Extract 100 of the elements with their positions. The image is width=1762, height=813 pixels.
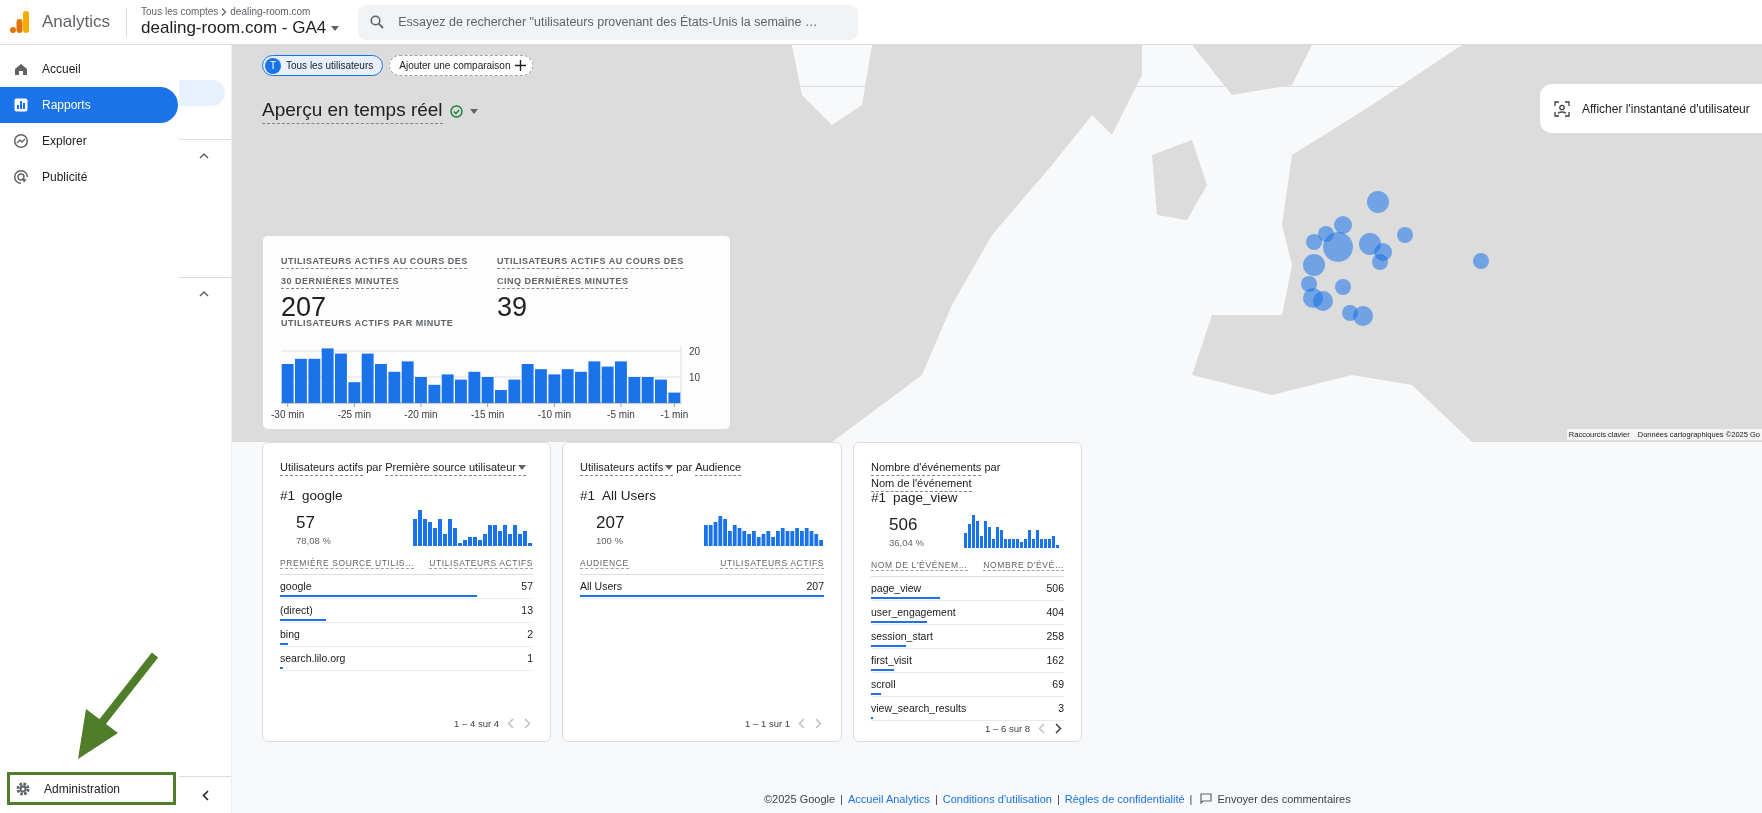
chevron-up-icon[interactable] xyxy=(199,290,209,297)
breadcrumb-link[interactable]: Tous les comptes xyxy=(141,6,219,17)
separator-text: | xyxy=(1189,793,1193,805)
chart-bar xyxy=(295,358,307,403)
product-name: Analytics xyxy=(42,12,111,32)
location-bubble xyxy=(1353,306,1373,326)
top-item-percent: 78,08 % xyxy=(296,535,331,546)
metric-label: UTILISATEURS ACTIFS AU COURS DES 30 DERNIÈRES MINUTES xyxy=(281,255,469,288)
caret-icon xyxy=(469,109,478,114)
segment-chip[interactable]: T Tous les utilisateurs xyxy=(262,55,384,76)
property-selector[interactable]: dealing-room.com - GA4 xyxy=(141,18,340,38)
metric-value: 207 xyxy=(281,293,327,321)
axis-label: 20 xyxy=(689,345,701,357)
axis-label: -25 min xyxy=(337,409,371,418)
separator-text: | xyxy=(1056,793,1060,805)
metric-label: UTILISATEURS ACTIFS AU COURS DES CINQ DERNIÈRES MINUTES xyxy=(497,255,685,288)
column-header[interactable]: AUDIENCE xyxy=(580,558,629,569)
table-cell: scroll xyxy=(871,678,896,690)
location-bubble xyxy=(1367,191,1389,213)
column-header[interactable]: UTILISATEURS ACTIFS xyxy=(720,558,824,569)
trend-circle-icon xyxy=(13,133,29,149)
logo-icon xyxy=(10,11,30,33)
dimension-selector[interactable]: Nom de l'événement xyxy=(871,476,972,492)
chevron-left-icon xyxy=(507,718,514,729)
location-bubble xyxy=(1301,276,1317,292)
copyright-text: ©2025 Google xyxy=(764,793,836,805)
table-cell: page_view xyxy=(871,582,922,594)
title-connector: par xyxy=(676,461,693,473)
chevron-up-icon[interactable] xyxy=(199,152,209,159)
check-circle-icon xyxy=(449,105,463,118)
column-header[interactable]: PREMIÈRE SOURCE UTILIS… xyxy=(280,558,415,569)
table-cell: 69 xyxy=(1052,678,1064,690)
user-snapshot-button[interactable]: Afficher l'instantané d'utilisateur xyxy=(1540,84,1762,133)
page-title[interactable]: Aperçu en temps réel xyxy=(262,99,443,124)
location-bubble xyxy=(1342,305,1358,321)
column-header[interactable]: NOMBRE D'ÉVÉ… xyxy=(983,560,1064,571)
location-bubble xyxy=(1313,291,1333,311)
chart-bar xyxy=(308,358,321,403)
top-item-percent: 100 % xyxy=(596,535,624,546)
add-comparison-button[interactable]: Ajouter une comparaison xyxy=(389,55,534,76)
footer-link[interactable]: Règles de confidentialité xyxy=(1064,793,1185,805)
separator-text: | xyxy=(840,793,843,805)
chart-bar xyxy=(561,369,574,403)
metric-selector[interactable]: Nombre d'événements xyxy=(871,460,982,476)
bar-chart-icon xyxy=(13,97,29,113)
caret-icon xyxy=(665,465,674,470)
location-bubble xyxy=(1359,233,1381,255)
table-cell: session_start xyxy=(871,630,933,642)
table-cell: search.lilo.org xyxy=(280,652,346,664)
top-item-value: 207 xyxy=(596,513,625,533)
top-item-name: page_view xyxy=(893,490,958,505)
table-cell: 3 xyxy=(1058,702,1064,714)
nav-item[interactable]: Explorer xyxy=(0,123,178,159)
chart-bar xyxy=(601,366,614,403)
nav-item[interactable]: Rapports xyxy=(0,87,178,123)
nav-item[interactable]: Administration xyxy=(7,772,176,805)
column-header[interactable]: NOM DE L'ÉVÉNEM… xyxy=(871,560,968,571)
top-item-value: 506 xyxy=(889,515,919,535)
nav-item[interactable]: Publicité xyxy=(0,159,178,195)
rank-label: #1 xyxy=(280,488,296,503)
avatar-badge: T xyxy=(265,57,281,74)
next-page-button[interactable] xyxy=(1053,721,1064,736)
table-cell: 13 xyxy=(521,604,533,616)
pagination-text: 1 – 1 sur 1 xyxy=(745,718,790,729)
caret-icon xyxy=(331,25,340,31)
nav-item[interactable]: Accueil xyxy=(0,51,178,87)
footer-link[interactable]: Accueil Analytics xyxy=(847,793,930,805)
footer-link[interactable]: Conditions d'utilisation xyxy=(942,793,1052,805)
feedback-link[interactable]: Envoyer des commentaires xyxy=(1200,793,1351,805)
metric-selector[interactable]: Utilisateurs actifs xyxy=(580,460,674,476)
axis-label: -30 min xyxy=(271,409,305,418)
column-header[interactable]: UTILISATEURS ACTIFS xyxy=(429,558,533,569)
dimension-selector[interactable]: Première source utilisateur xyxy=(385,460,526,476)
table-cell: 258 xyxy=(1046,630,1064,642)
location-bubble xyxy=(1335,279,1351,295)
axis-label: -10 min xyxy=(537,409,571,418)
chart-title: UTILISATEURS ACTIFS PAR MINUTE xyxy=(281,318,455,328)
location-bubble xyxy=(1372,254,1388,270)
table-cell: 2 xyxy=(527,628,533,640)
title-connector: par xyxy=(366,461,383,473)
search-field[interactable]: Essayez de rechercher "utilisateurs provenant des États-Unis la semaine … xyxy=(358,4,859,40)
chevron-right-icon xyxy=(524,718,531,729)
home-icon xyxy=(13,61,29,77)
settings-icon xyxy=(15,780,31,797)
chart-bar xyxy=(388,371,401,403)
chart-bar xyxy=(588,361,601,403)
location-bubble xyxy=(1303,254,1325,276)
chart-bar xyxy=(468,371,481,403)
chevron-right-icon xyxy=(815,718,822,729)
metric-selector[interactable]: Utilisateurs actifs xyxy=(280,460,364,476)
location-bubble xyxy=(1303,288,1323,308)
chart-bar xyxy=(641,377,654,403)
chart-bar xyxy=(548,374,561,403)
target-cursor-icon xyxy=(13,169,29,185)
breadcrumb-link[interactable]: dealing-room.com xyxy=(230,6,311,17)
table-cell: (direct) xyxy=(280,604,313,616)
axis-label: -5 min xyxy=(607,409,635,418)
pagination-text: 1 – 4 sur 4 xyxy=(454,718,499,729)
location-bubble xyxy=(1374,243,1392,261)
dimension-selector[interactable]: Audience xyxy=(695,460,742,476)
